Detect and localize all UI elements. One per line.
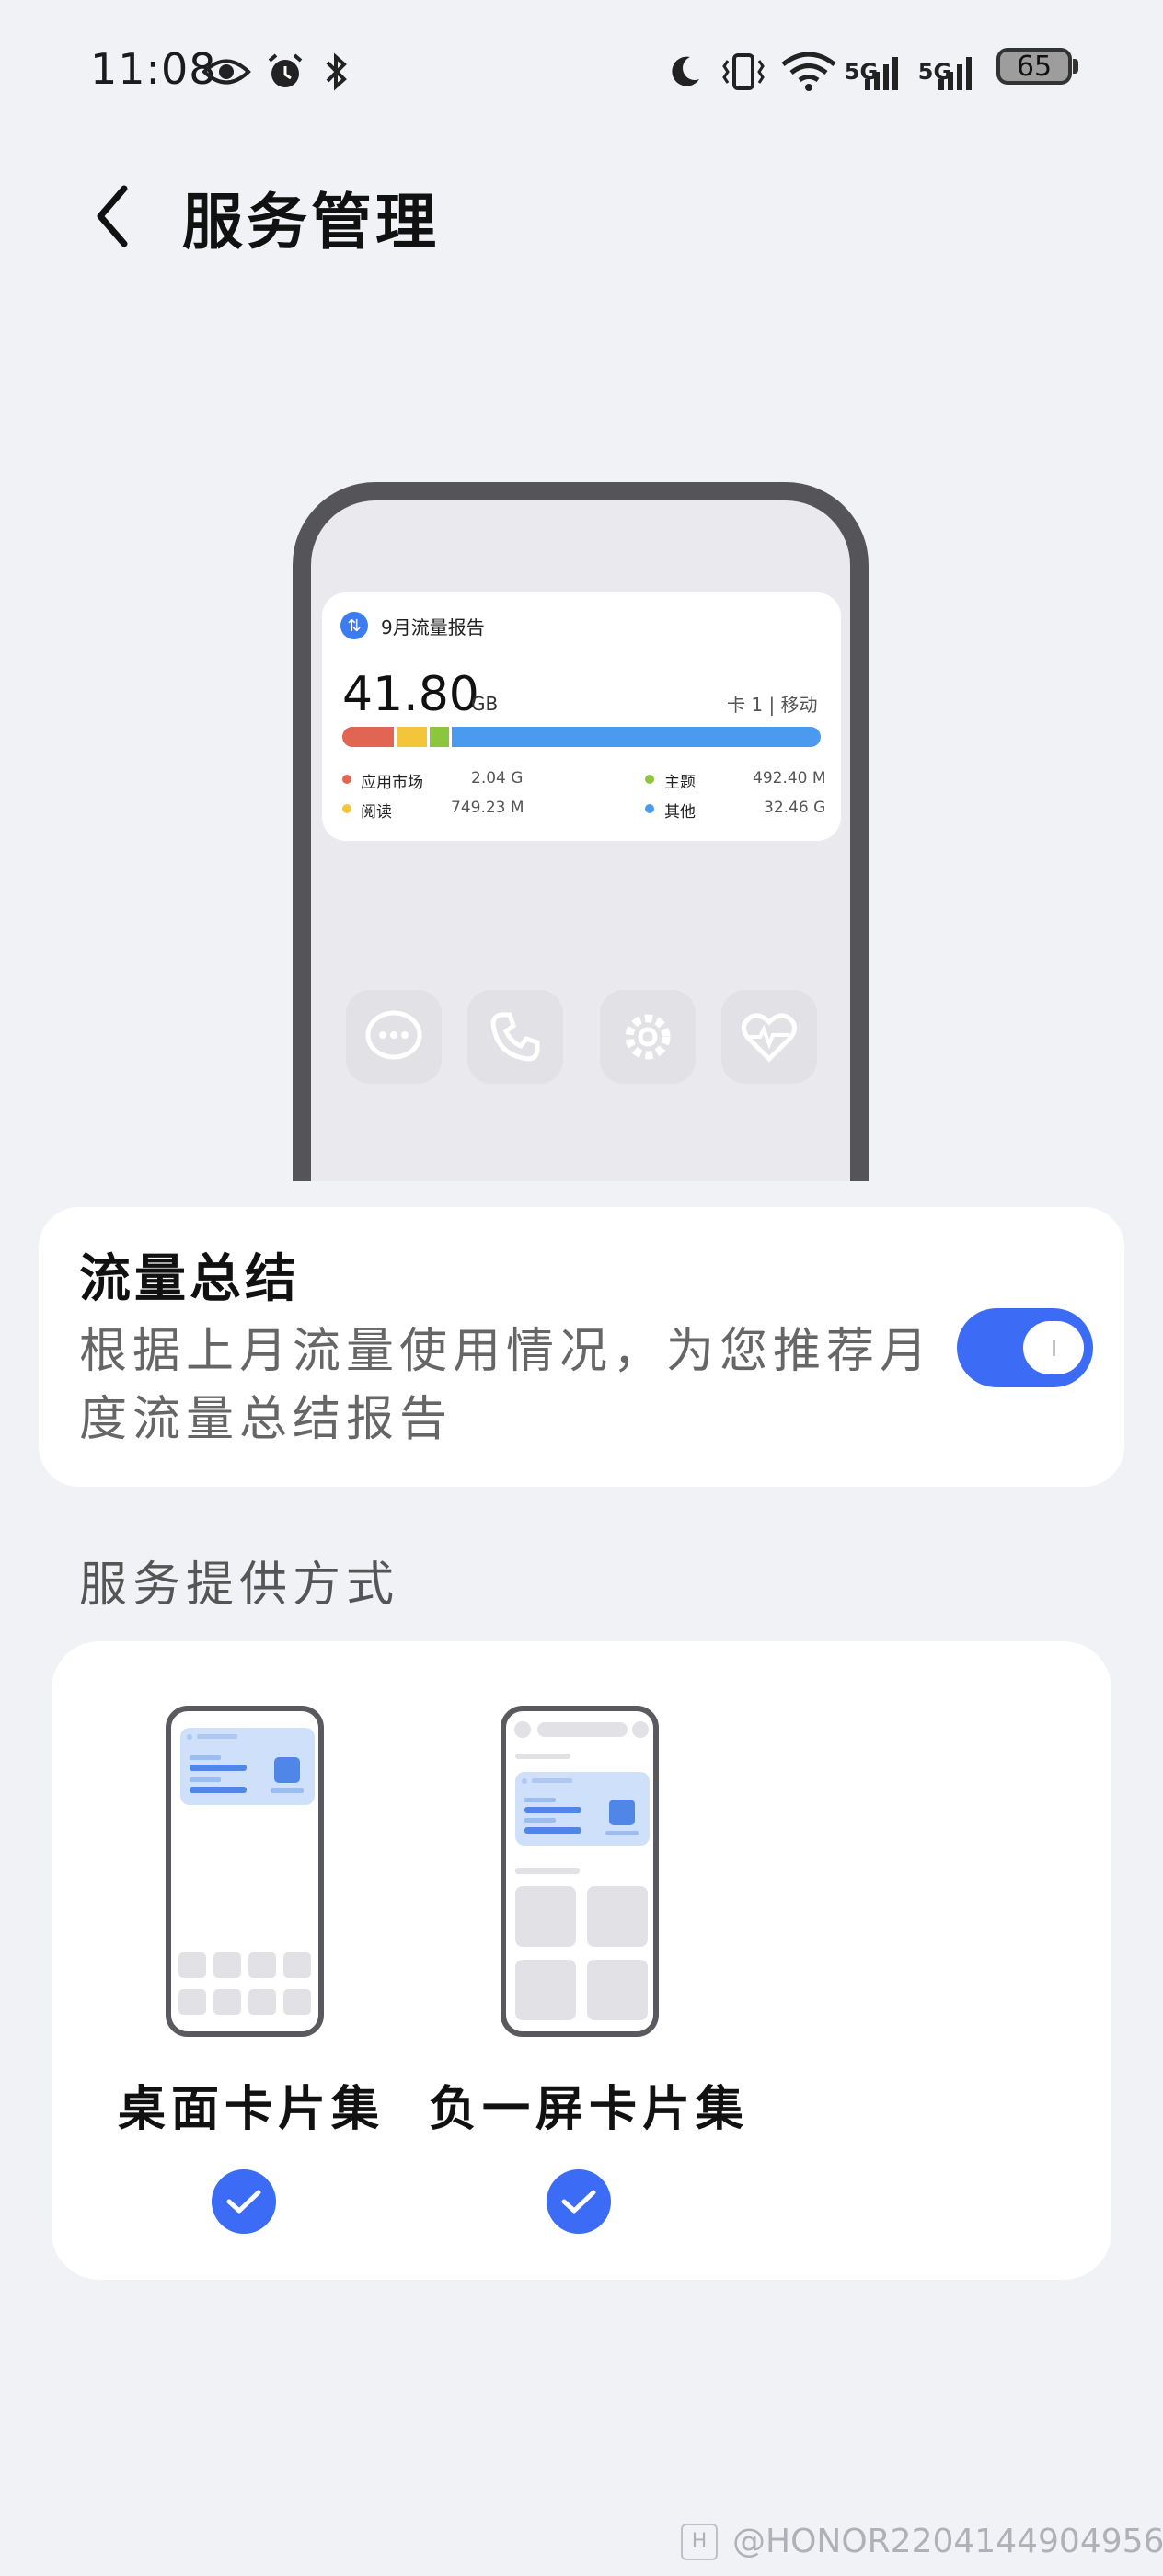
battery-indicator: 65 <box>996 48 1072 85</box>
usage-bar-segment <box>430 727 452 747</box>
watermark-text: @HONOR2204144904956 <box>732 2523 1163 2560</box>
legend-dot-reading <box>342 804 351 813</box>
signal-icon-2 <box>935 48 981 96</box>
health-icon <box>721 990 817 1084</box>
desktop-card-illustration[interactable] <box>166 1706 324 2037</box>
chevron-left-icon <box>97 185 128 247</box>
legend-dot-theme <box>645 775 654 784</box>
option-minus-one-label[interactable]: 负一屏卡片集 <box>429 2070 749 2139</box>
moon-icon <box>662 48 707 96</box>
widget-unit: GB <box>471 693 499 715</box>
option-desktop-label[interactable]: 桌面卡片集 <box>118 2070 385 2139</box>
legend-dot-other <box>645 804 654 813</box>
page-title: 服务管理 <box>182 186 440 258</box>
usage-bar-segment <box>397 727 431 747</box>
legend-label: 主题 <box>664 774 696 792</box>
legend-label: 阅读 <box>361 803 392 822</box>
message-icon <box>346 990 442 1084</box>
transfer-icon: ⇅ <box>340 612 368 639</box>
traffic-summary-title: 流量总结 <box>79 1248 300 1309</box>
back-button[interactable] <box>87 179 143 253</box>
legend-value: 2.04 G <box>471 769 524 788</box>
usage-bar <box>342 727 821 747</box>
honor-logo-icon: H <box>681 2523 718 2560</box>
checkmark-icon[interactable] <box>547 2169 611 2234</box>
legend-value: 492.40 M <box>753 769 826 788</box>
settings-icon <box>600 990 696 1084</box>
legend-label: 其他 <box>664 803 696 822</box>
alarm-icon <box>263 48 307 96</box>
vibrate-icon <box>716 48 771 96</box>
checkmark-icon[interactable] <box>212 2169 276 2234</box>
watermark: H @HONOR2204144904956 <box>681 2523 1163 2560</box>
legend-value: 32.46 G <box>764 799 826 817</box>
bluetooth-icon <box>318 48 355 96</box>
minus-one-screen-illustration[interactable] <box>501 1706 659 2037</box>
legend-value: 749.23 M <box>451 799 524 817</box>
eye-icon <box>201 48 252 96</box>
wifi-icon <box>778 48 839 96</box>
usage-bar-segment <box>342 727 397 747</box>
usage-bar-segment <box>451 727 821 747</box>
status-time: 11:08 <box>90 44 217 94</box>
battery-tip <box>1073 59 1078 74</box>
phone-icon <box>467 990 563 1084</box>
widget-title: 9月流量报告 <box>381 616 485 638</box>
section-title: 服务提供方式 <box>79 1558 400 1613</box>
signal-icon <box>861 48 907 96</box>
toggle-knob <box>1023 1321 1084 1374</box>
widget-sim: 卡 1 | 移动 <box>727 694 818 716</box>
legend-dot-app-market <box>342 775 351 784</box>
legend-label: 应用市场 <box>361 774 423 792</box>
traffic-summary-description: 根据上月流量使用情况，为您推荐月度流量总结报告 <box>79 1324 934 1447</box>
widget-total: 41.80 <box>342 667 479 722</box>
